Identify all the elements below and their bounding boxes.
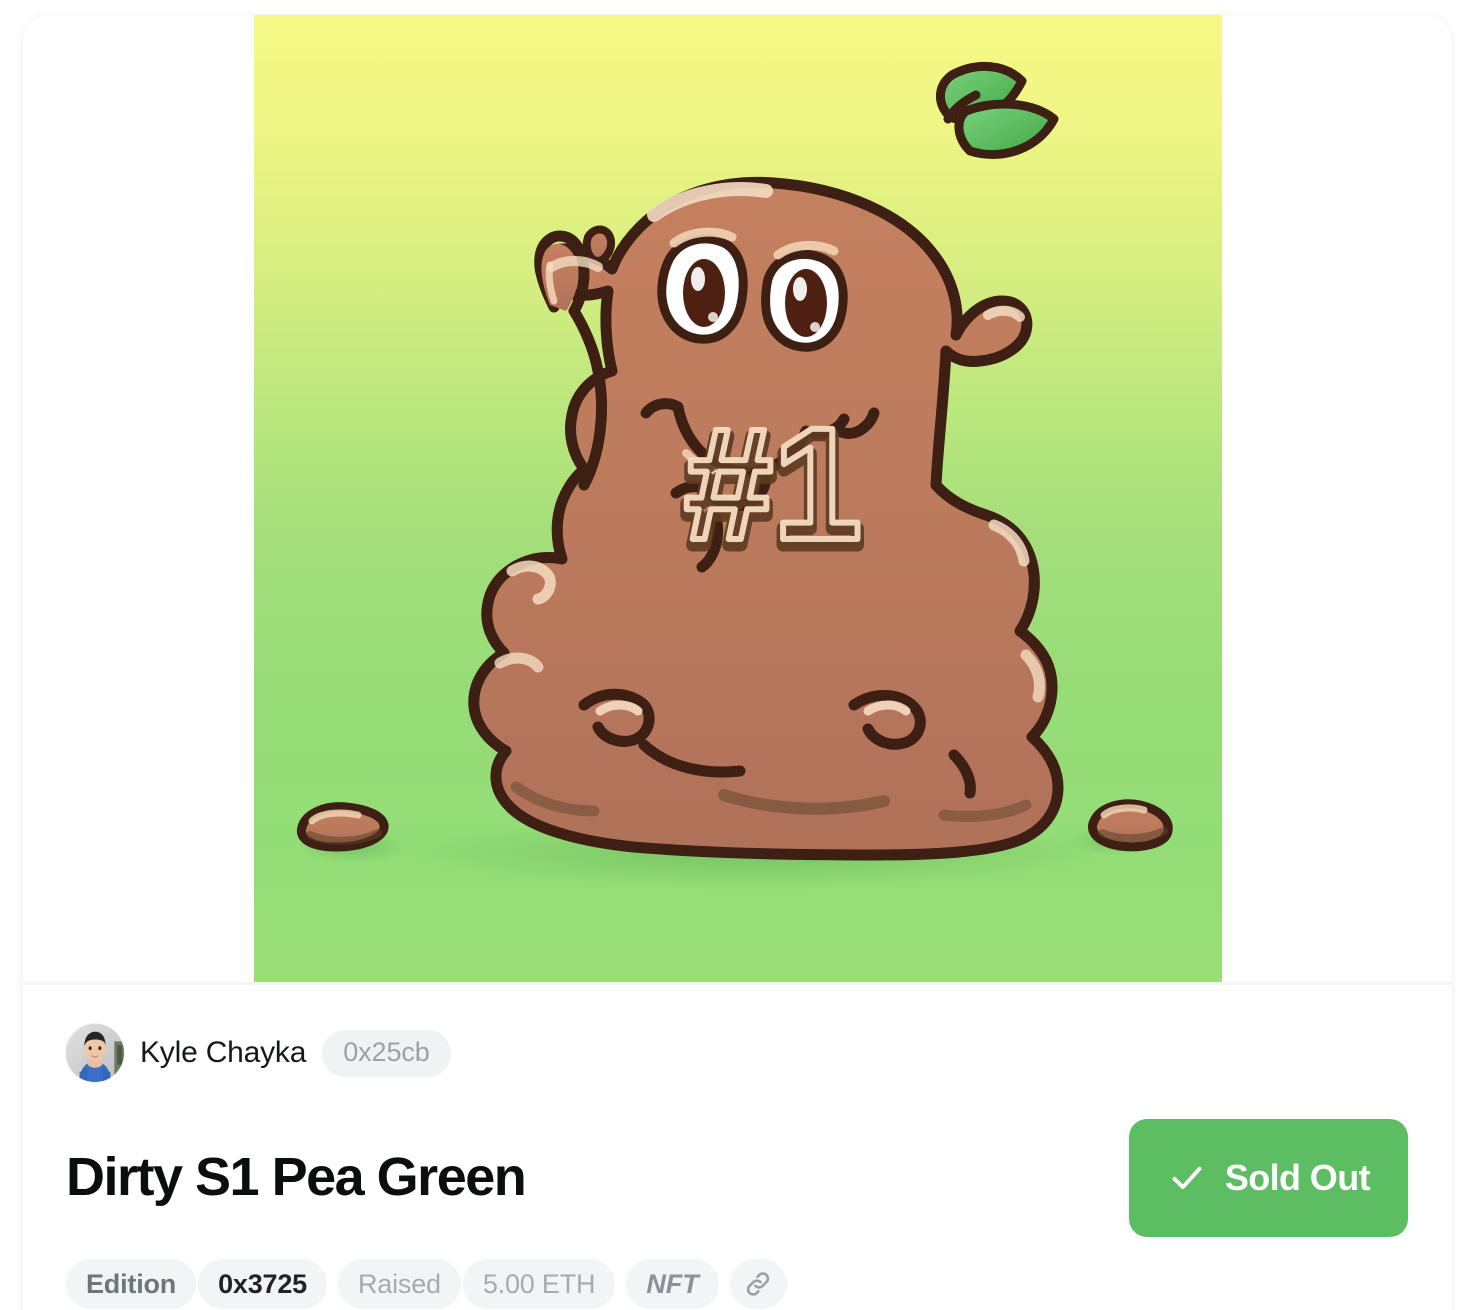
leaf-decor <box>936 61 1059 159</box>
avatar[interactable] <box>66 1024 124 1082</box>
creator-row[interactable]: Kyle Chayka 0x25cb <box>66 1024 1408 1082</box>
edition-value: 0x3725 <box>198 1259 327 1309</box>
link-icon <box>747 1272 770 1296</box>
meta-row: Edition 0x3725 Raised 5.00 ETH NFT <box>66 1259 1408 1309</box>
check-icon <box>1172 1166 1202 1190</box>
sold-out-button[interactable]: Sold Out <box>1128 1119 1408 1237</box>
raised-value: 5.00 ETH <box>462 1259 616 1309</box>
nft-card: 420 BLOCKCHAIN <box>22 15 1452 1310</box>
page-root: 420 BLOCKCHAIN <box>0 0 1474 1310</box>
artwork-illustration: 420 BLOCKCHAIN <box>296 61 1173 889</box>
svg-text:#1: #1 <box>684 394 862 573</box>
page-title: Dirty S1 Pea Green <box>66 1147 527 1208</box>
creator-name[interactable]: Kyle Chayka <box>140 1036 306 1070</box>
copy-link-button[interactable] <box>729 1259 787 1309</box>
title-row: Dirty S1 Pea Green Sold Out <box>66 1119 1408 1237</box>
avatar-photo <box>66 1024 124 1082</box>
sold-out-label: Sold Out <box>1224 1157 1371 1198</box>
artwork-media[interactable]: 420 BLOCKCHAIN <box>254 15 1222 982</box>
edition-key: Edition <box>66 1259 197 1309</box>
raised-key: Raised <box>338 1259 461 1309</box>
creator-address-badge[interactable]: 0x25cb <box>322 1029 451 1077</box>
raised-pill-group[interactable]: Raised 5.00 ETH <box>338 1259 616 1309</box>
card-body: Kyle Chayka 0x25cb Dirty S1 Pea Green So… <box>22 985 1452 1309</box>
edition-pill-group[interactable]: Edition 0x3725 <box>66 1259 327 1309</box>
emboss-number: #1 #1 <box>678 391 869 586</box>
nft-tag-badge[interactable]: NFT <box>626 1259 719 1309</box>
